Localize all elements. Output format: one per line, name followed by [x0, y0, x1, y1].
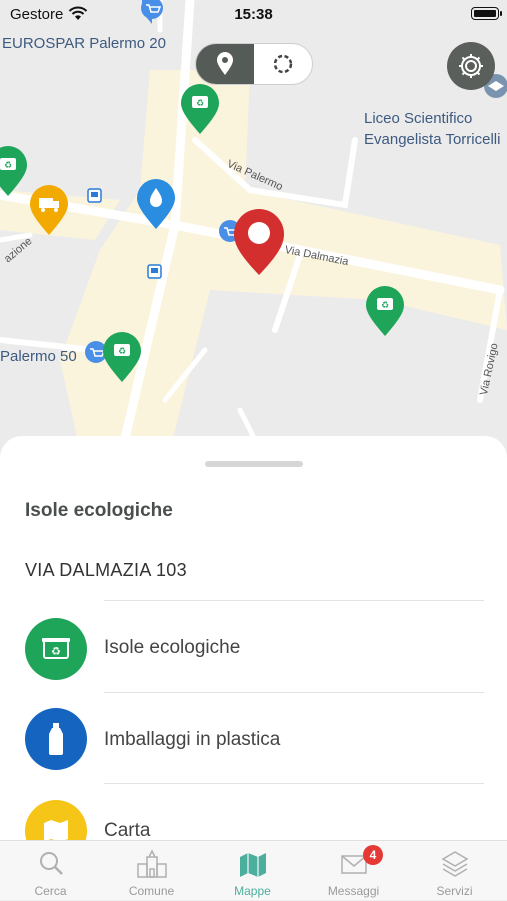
list-item-icon[interactable]: ♻ [25, 618, 87, 680]
svg-text:♻: ♻ [51, 646, 61, 658]
svg-text:♻: ♻ [4, 160, 12, 170]
address-label: VIA DALMAZIA 103 [25, 560, 187, 580]
tab-comune[interactable]: Comune [101, 841, 202, 901]
clock: 15:38 [234, 6, 273, 23]
svg-text:♻: ♻ [381, 300, 389, 310]
settings-button[interactable] [447, 42, 495, 90]
recycle-bin-icon: ♻ [42, 638, 70, 659]
tab-label: Servizi [436, 884, 473, 898]
tab-label: Messaggi [327, 884, 380, 898]
refresh-mode-button[interactable] [254, 44, 312, 84]
plastic-bottle-icon [49, 723, 63, 755]
location-pin-icon [217, 52, 233, 75]
tab-label: Mappe [234, 884, 271, 898]
tab-mappe[interactable]: Mappe [202, 841, 303, 901]
poi-label: Palermo 50 [0, 348, 77, 365]
map-mode-segmented-control[interactable] [195, 43, 313, 85]
tab-cerca[interactable]: Cerca [0, 841, 101, 901]
town-hall-icon [136, 849, 167, 878]
sheet-drag-handle[interactable] [205, 461, 303, 467]
tab-bar: Cerca Comune Mappe 4 Messaggi Servizi [0, 840, 507, 900]
divider [104, 692, 484, 693]
poi-label: Evangelista Torricelli [364, 131, 501, 148]
svg-text:♻: ♻ [196, 98, 204, 108]
list-item-icon[interactable] [25, 708, 87, 770]
gear-icon [459, 54, 483, 78]
search-icon [39, 852, 63, 875]
tab-label: Cerca [34, 884, 67, 898]
bus-stop-icon [147, 264, 162, 279]
tab-label: Comune [128, 884, 175, 898]
location-mode-button[interactable] [196, 44, 254, 84]
tab-messaggi[interactable]: 4 Messaggi [303, 841, 404, 901]
tab-servizi[interactable]: Servizi [404, 841, 505, 901]
unread-badge: 4 [363, 845, 383, 865]
refresh-ring-icon [273, 54, 293, 74]
svg-text:♻: ♻ [118, 346, 126, 356]
map-icon [239, 853, 266, 877]
poi-label: Liceo Scientifico [364, 110, 473, 127]
sheet-title: Isole ecologiche [25, 500, 173, 521]
list-item-label[interactable]: Imballaggi in plastica [104, 729, 280, 751]
divider [104, 600, 484, 601]
bottom-sheet[interactable]: Isole ecologiche VIA DALMAZIA 103 ♻ Isol… [0, 436, 507, 846]
layers-icon [441, 851, 468, 877]
list-item-label[interactable]: Isole ecologiche [104, 637, 240, 659]
map-view[interactable]: ♻ ♻ ♻ ♻ EUROSPAR Palermo 20 Liceo Scient… [0, 0, 507, 460]
battery-icon [471, 7, 502, 20]
bus-stop-icon [87, 188, 102, 203]
list-item-label[interactable]: Carta [104, 820, 150, 842]
status-bar: Gestore 15:38 [0, 0, 507, 28]
divider [104, 783, 484, 784]
poi-label: EUROSPAR Palermo 20 [2, 35, 166, 52]
